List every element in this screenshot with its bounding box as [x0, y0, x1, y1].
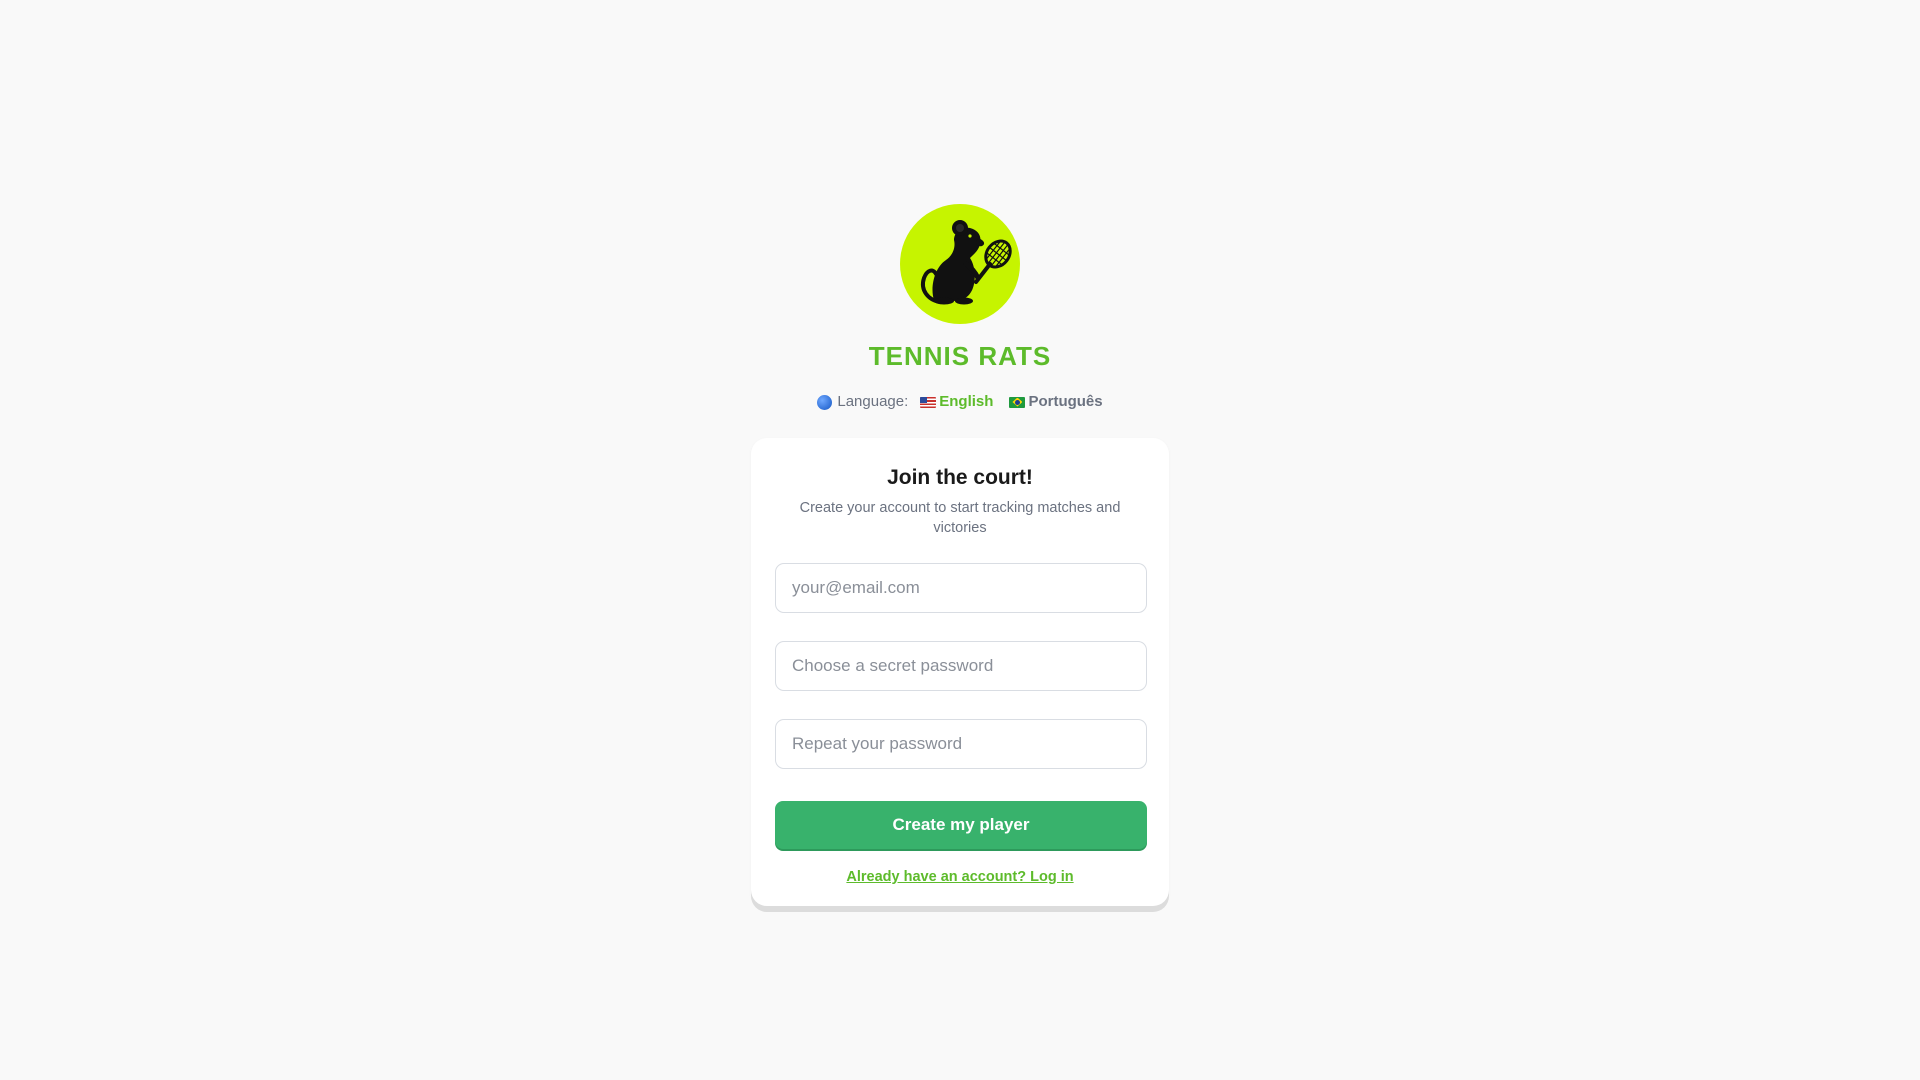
login-link[interactable]: Already have an account? Log in — [775, 869, 1145, 885]
brand-name: TENNIS RATS — [868, 341, 1052, 371]
repeat-password-input[interactable] — [775, 719, 1147, 769]
brand-header: TENNIS RATS — [0, 204, 1920, 372]
language-label: Language: — [837, 393, 909, 410]
email-input[interactable] — [775, 563, 1147, 613]
globe-icon — [817, 394, 833, 410]
logo — [900, 204, 1020, 324]
language-option-label: English — [939, 393, 994, 410]
signup-card: Join the court! Create your account to s… — [751, 438, 1169, 906]
language-selector: Language: English Português — [0, 392, 1920, 412]
rat-tennis-racket-icon — [921, 220, 1012, 305]
us-flag-icon — [920, 396, 937, 408]
language-option-english[interactable]: English — [920, 392, 993, 412]
card-title: Join the court! — [887, 466, 1033, 489]
create-player-button[interactable]: Create my player — [775, 801, 1147, 849]
signup-page: TENNIS RATS Language: English Português … — [0, 0, 1920, 1080]
br-flag-icon — [1009, 396, 1026, 408]
language-option-portuguese[interactable]: Português — [1009, 392, 1103, 412]
password-input[interactable] — [775, 641, 1147, 691]
language-option-label: Português — [1028, 393, 1103, 410]
card-subtitle: Create your account to start tracking ma… — [799, 500, 1121, 536]
